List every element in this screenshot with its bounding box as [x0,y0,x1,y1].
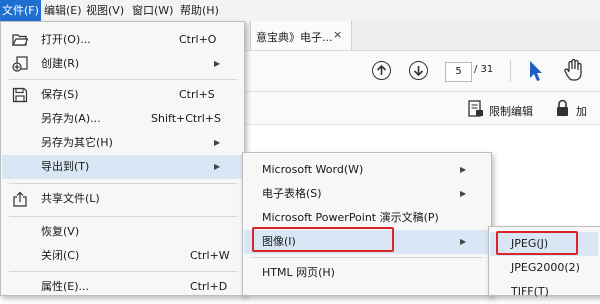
save-icon [12,87,28,103]
menu-item-export-word[interactable]: Microsoft Word(W) ▶ [243,158,491,182]
more-tools-label[interactable]: 加 [576,103,587,119]
menu-item-jpeg2000[interactable]: JPEG2000(2) [489,256,600,280]
menu-item-close[interactable]: 关闭(C) Ctrl+W [1,244,244,268]
next-page-button[interactable] [409,61,428,80]
menu-edit[interactable]: 编辑(E) [42,0,84,21]
menu-item-label: 打开(O)... [41,33,91,46]
arrow-down-icon [413,66,424,77]
menu-item-shortcut: Ctrl+W [190,249,230,262]
export-submenu: Microsoft Word(W) ▶ 电子表格(S) ▶ Microsoft … [242,152,492,296]
menu-item-shortcut: Ctrl+O [179,33,217,46]
arrow-up-icon [376,64,387,75]
lock-icon [557,99,568,116]
menu-item-save[interactable]: 保存(S) Ctrl+S [1,83,244,107]
share-icon [13,191,27,207]
menu-item-save-as-other[interactable]: 另存为其它(H) ▶ [1,131,244,155]
menu-item-label: 属性(E)... [41,280,90,293]
menu-item-label: 共享文件(L) [41,192,100,205]
submenu-arrow-icon: ▶ [460,189,467,198]
menu-item-share[interactable]: 共享文件(L) [1,187,244,211]
menu-item-label: 创建(R) [41,57,80,70]
hand-tool-icon[interactable] [563,58,585,82]
menu-separator [9,183,237,184]
page-total: / 31 [474,64,494,75]
file-menu: 打开(O)... Ctrl+O 创建(R) ▶ 保存(S) Ctrl+S 另存为… [0,21,245,296]
menu-file[interactable]: 文件(F) [0,0,41,21]
menu-item-create[interactable]: 创建(R) ▶ [1,52,244,76]
menu-item-open[interactable]: 打开(O)... Ctrl+O [1,28,244,52]
submenu-arrow-icon: ▶ [460,237,467,246]
menu-item-label: HTML 网页(H) [262,266,335,279]
menu-help[interactable]: 帮助(H) [178,0,221,21]
menu-item-label: 导出到(T) [41,160,90,173]
menu-item-export-spreadsheet[interactable]: 电子表格(S) ▶ [243,182,491,206]
restrict-edit-icon [468,100,483,117]
menu-item-revert[interactable]: 恢复(V) [1,220,244,244]
menu-item-shortcut: Ctrl+S [179,88,215,101]
folder-open-icon [12,34,28,46]
menu-item-properties[interactable]: 属性(E)... Ctrl+D [1,275,244,299]
menu-separator [9,79,237,80]
select-cursor-icon[interactable] [527,60,543,82]
document-tab-title: 意宝典》电子... [256,31,333,44]
menu-item-label: TIFF(T) [511,285,549,298]
create-pdf-icon [12,56,28,72]
submenu-arrow-icon: ▶ [214,59,221,68]
highlight-box-image [252,227,394,252]
menu-view[interactable]: 视图(V) [84,0,126,21]
close-tab-icon[interactable]: × [333,28,342,41]
menu-item-tiff[interactable]: TIFF(T) [489,280,600,304]
menu-window[interactable]: 窗口(W) [130,0,175,21]
menu-item-label: Microsoft Word(W) [262,163,364,176]
submenu-arrow-icon: ▶ [460,165,467,174]
menu-item-label: 恢复(V) [41,225,80,238]
menu-separator [9,216,237,217]
page-number-input[interactable]: 5 [445,62,472,82]
menu-separator [9,271,237,272]
menu-item-save-as[interactable]: 另存为(A)... Shift+Ctrl+S [1,107,244,131]
menu-bar: 文件(F) 编辑(E) 视图(V) 窗口(W) 帮助(H) [0,0,600,22]
restrict-edit-button[interactable]: 限制编辑 [489,103,533,119]
menu-item-label: JPEG2000(2) [511,261,580,274]
previous-page-button[interactable] [372,61,391,80]
menu-item-label: 另存为(A)... [41,112,101,125]
menu-item-label: 另存为其它(H) [41,136,113,149]
menu-item-export-to[interactable]: 导出到(T) ▶ [2,155,242,179]
toolbar-divider [510,60,511,82]
menu-item-label: 关闭(C) [41,249,80,262]
menu-item-label: 保存(S) [41,88,79,101]
submenu-arrow-icon: ▶ [214,162,221,171]
submenu-arrow-icon: ▶ [214,138,221,147]
menu-item-label: 电子表格(S) [262,187,322,200]
menu-item-export-html[interactable]: HTML 网页(H) [243,261,491,285]
menu-item-shortcut: Shift+Ctrl+S [151,112,221,125]
menu-item-shortcut: Ctrl+D [190,280,228,293]
menu-separator [251,257,483,258]
highlight-box-jpeg [496,231,578,255]
